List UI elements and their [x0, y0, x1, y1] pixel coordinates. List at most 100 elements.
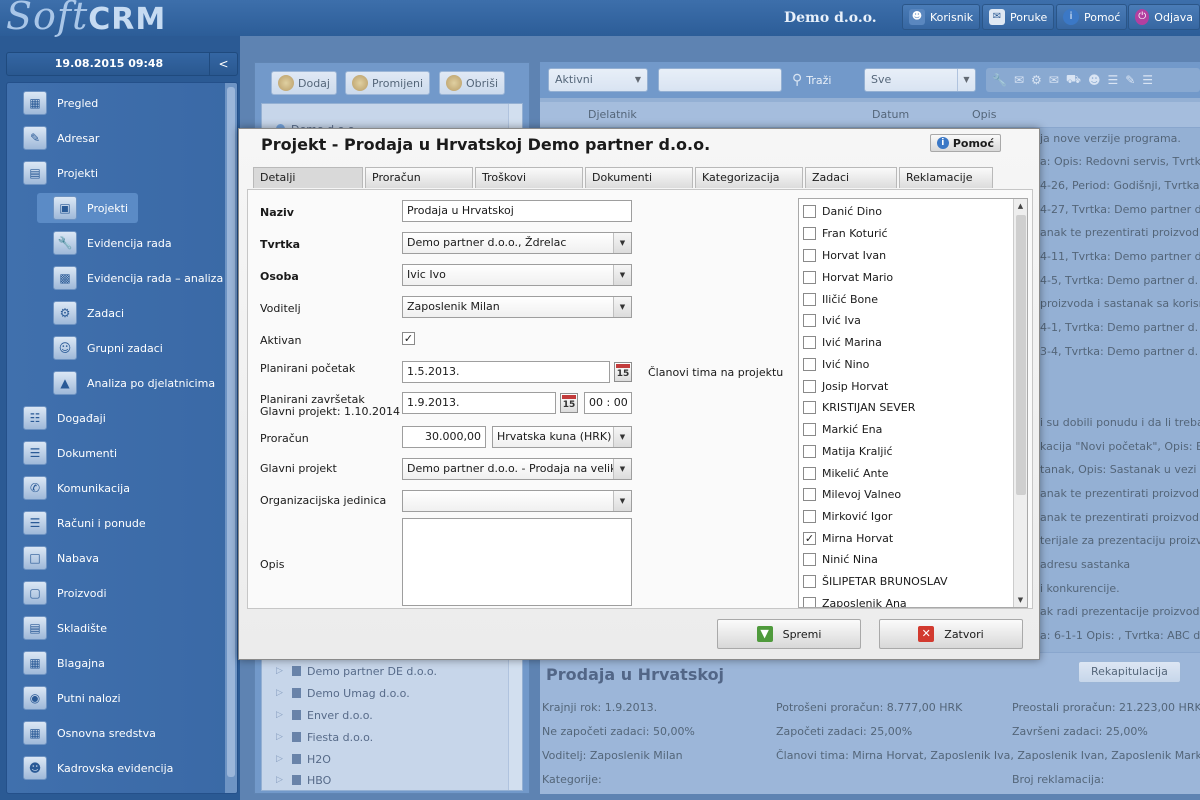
member-checkbox[interactable] — [803, 400, 816, 414]
list-item[interactable]: ŠILIPETAR BRUNOSLAV — [803, 571, 948, 591]
currency-select[interactable]: Hrvatska kuna (HRK) ▼ — [492, 426, 632, 448]
list-item[interactable]: Ivić Iva — [803, 310, 861, 330]
analysis-icon: ▲ — [53, 371, 77, 395]
bar-chart-icon: ▩ — [53, 266, 77, 290]
sidebar-item-dogadaji[interactable]: ☷ Događaji — [23, 403, 106, 433]
list-item[interactable]: Danić Dino — [803, 201, 882, 221]
member-checkbox[interactable] — [803, 248, 816, 262]
list-item[interactable]: Markić Ena — [803, 419, 882, 439]
scroll-down-icon[interactable]: ▼ — [1014, 593, 1027, 607]
list-item[interactable]: Ivić Nino — [803, 354, 869, 374]
member-checkbox[interactable] — [803, 379, 816, 393]
sidebar-item-grupni-zadaci[interactable]: ☺ Grupni zadaci — [53, 333, 163, 363]
sidebar-item-proizvodi[interactable]: ▢ Proizvodi — [23, 578, 107, 608]
sidebar-item-nabava[interactable]: □ Nabava — [23, 543, 99, 573]
list-item[interactable]: Matija Kraljić — [803, 441, 893, 461]
sidebar-item-putni-nalozi[interactable]: ◉ Putni nalozi — [23, 683, 121, 713]
sidebar-item-blagajna[interactable]: ▦ Blagajna — [23, 648, 105, 678]
sidebar-item-skladiste[interactable]: ▤ Skladište — [23, 613, 107, 643]
tab-reklamacije[interactable]: Reklamacije — [899, 167, 993, 188]
tab-troskovi[interactable]: Troškovi — [475, 167, 583, 188]
member-checkbox[interactable] — [803, 487, 816, 501]
list-item[interactable]: ✓ Mirna Horvat — [803, 528, 893, 548]
list-item[interactable]: Mikelić Ante — [803, 463, 889, 483]
sidebar-item-evidencija-rada[interactable]: 🔧 Evidencija rada — [53, 228, 172, 258]
member-checkbox[interactable]: ✓ — [803, 531, 816, 545]
sidebar-scroll-thumb[interactable] — [227, 87, 235, 777]
manager-select[interactable]: Zaposlenik Milan ▼ — [402, 296, 632, 318]
sidebar-item-kadrovska-evidencija[interactable]: ☻ Kadrovska evidencija — [23, 753, 173, 783]
member-checkbox[interactable] — [803, 574, 816, 588]
member-checkbox[interactable] — [803, 596, 816, 607]
tab-proracun[interactable]: Proračun — [365, 167, 473, 188]
member-checkbox[interactable] — [803, 444, 816, 458]
list-item[interactable]: Milevoj Valneo — [803, 484, 901, 504]
description-textarea[interactable] — [402, 518, 632, 606]
calendar-icon[interactable]: 15 — [560, 393, 578, 413]
member-checkbox[interactable] — [803, 422, 816, 436]
list-item[interactable]: Fran Koturić — [803, 223, 888, 243]
sidebar-item-zadaci[interactable]: ⚙ Zadaci — [53, 298, 124, 328]
end-date-input[interactable]: 1.9.2013. — [402, 392, 556, 414]
list-item[interactable]: Josip Horvat — [803, 376, 888, 396]
dialog-help-button[interactable]: i Pomoć — [929, 134, 1001, 152]
chevron-down-icon: ▼ — [613, 265, 631, 285]
start-date-input[interactable]: 1.5.2013. — [402, 361, 610, 383]
active-checkbox[interactable]: ✓ — [402, 332, 415, 345]
label-clanovi-tima: Članovi tima na projektu — [648, 366, 784, 379]
list-item[interactable]: Horvat Ivan — [803, 245, 886, 265]
list-item[interactable]: Iličić Bone — [803, 289, 878, 309]
sidebar-item-dokumenti[interactable]: ☰ Dokumenti — [23, 438, 117, 468]
project-dialog: Projekt - Prodaja u Hrvatskoj Demo partn… — [238, 128, 1040, 660]
tab-dokumenti[interactable]: Dokumenti — [585, 167, 693, 188]
sidebar-item-analiza-djelatnici[interactable]: ▲ Analiza po djelatnicima — [53, 368, 215, 398]
collapse-sidebar-button[interactable]: < — [209, 53, 237, 75]
sidebar-item-adresar[interactable]: ✎ Adresar — [23, 123, 99, 153]
list-item[interactable]: Ivić Marina — [803, 332, 882, 352]
member-checkbox[interactable] — [803, 466, 816, 480]
save-button[interactable]: ▼ Spremi — [717, 619, 861, 649]
member-checkbox[interactable] — [803, 226, 816, 240]
person-select[interactable]: Ivic Ivo ▼ — [402, 264, 632, 286]
sidebar-item-komunikacija[interactable]: ✆ Komunikacija — [23, 473, 130, 503]
sidebar-item-racuni-ponude[interactable]: ☰ Računi i ponude — [23, 508, 146, 538]
help-button[interactable]: i Pomoć — [1056, 4, 1128, 30]
member-checkbox[interactable] — [803, 357, 816, 371]
list-item[interactable]: KRISTIJAN SEVER — [803, 397, 915, 417]
sidebar-item-projekti[interactable]: ▤ Projekti — [23, 158, 98, 188]
sidebar-item-pregled[interactable]: ▦ Pregled — [23, 88, 98, 118]
list-item[interactable]: Zaposlenik Ana — [803, 593, 907, 607]
main-project-select[interactable]: Demo partner d.o.o. - Prodaja na veliko ▼ — [402, 458, 632, 480]
member-checkbox[interactable] — [803, 509, 816, 523]
sidebar-scrollbar[interactable] — [225, 83, 237, 793]
list-item[interactable]: Mirković Igor — [803, 506, 892, 526]
member-checkbox[interactable] — [803, 313, 816, 327]
sidebar-item-projekti-sub[interactable]: ▣ Projekti — [37, 193, 139, 223]
member-checkbox[interactable] — [803, 335, 816, 349]
name-input[interactable]: Prodaja u Hrvatskoj — [402, 200, 632, 222]
tab-kategorizacija[interactable]: Kategorizacija — [695, 167, 803, 188]
sidebar-item-osnovna-sredstva[interactable]: ▦ Osnovna sredstva — [23, 718, 156, 748]
close-button[interactable]: ✕ Zatvori — [879, 619, 1023, 649]
org-unit-select[interactable]: ▼ — [402, 490, 632, 512]
budget-input[interactable]: 30.000,00 — [402, 426, 486, 448]
scroll-up-icon[interactable]: ▲ — [1014, 199, 1027, 213]
time-input[interactable]: 00 : 00 — [584, 392, 632, 414]
member-checkbox[interactable] — [803, 204, 816, 218]
list-item[interactable]: Horvat Mario — [803, 267, 893, 287]
messages-button[interactable]: ✉ Poruke — [982, 4, 1055, 30]
tab-detalji[interactable]: Detalji — [253, 167, 363, 188]
member-checkbox[interactable] — [803, 270, 816, 284]
tab-zadaci[interactable]: Zadaci — [805, 167, 897, 188]
user-button[interactable]: ☻ Korisnik — [902, 4, 981, 30]
list-item[interactable]: Ninić Nina — [803, 549, 878, 569]
member-checkbox[interactable] — [803, 552, 816, 566]
members-scrollbar[interactable]: ▲ ▼ — [1013, 199, 1027, 607]
communication-icon: ✆ — [23, 476, 47, 500]
members-scroll-thumb[interactable] — [1016, 215, 1026, 495]
sidebar-item-evidencija-analiza[interactable]: ▩ Evidencija rada – analiza — [53, 263, 223, 293]
member-checkbox[interactable] — [803, 292, 816, 306]
company-select[interactable]: Demo partner d.o.o., Ždrelac ▼ — [402, 232, 632, 254]
logout-button[interactable]: ⏻ Odjava — [1128, 4, 1200, 30]
calendar-icon[interactable]: 15 — [614, 362, 632, 382]
